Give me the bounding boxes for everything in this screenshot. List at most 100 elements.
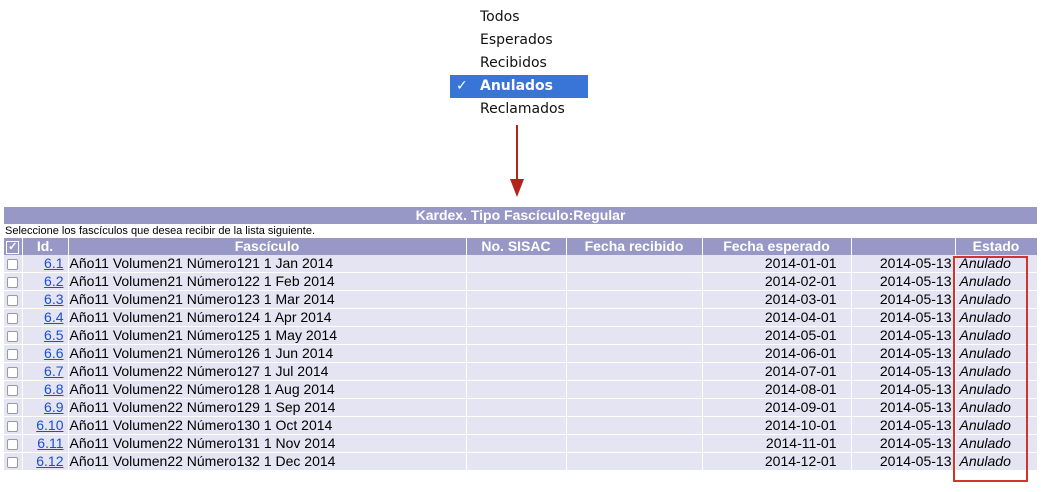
row-select-checkbox[interactable] xyxy=(4,398,23,417)
row-select-checkbox[interactable] xyxy=(4,290,23,309)
row-fecha-extra: 2014-05-13 xyxy=(851,362,956,381)
row-fecha-recibido xyxy=(566,434,703,453)
col-header-fecha-esperado: Fecha esperado xyxy=(702,238,852,255)
row-fecha-recibido xyxy=(566,255,703,273)
row-select-checkbox[interactable] xyxy=(4,362,23,381)
row-fecha-extra: 2014-05-13 xyxy=(851,434,956,453)
row-fecha-recibido xyxy=(566,290,703,309)
row-select-checkbox[interactable] xyxy=(4,452,23,471)
row-select-checkbox[interactable] xyxy=(4,416,23,435)
row-fecha-esperado: 2014-10-01 xyxy=(702,416,852,435)
row-select-checkbox[interactable] xyxy=(4,380,23,399)
estado-filter-menu: Todos Esperados Recibidos ✓ Anulados Rec… xyxy=(450,6,588,121)
row-sisac xyxy=(466,344,567,363)
row-fecha-extra: 2014-05-13 xyxy=(851,272,956,291)
row-id-link[interactable]: 6.9 xyxy=(44,399,63,415)
row-id-link[interactable]: 6.3 xyxy=(44,291,63,307)
row-fecha-extra: 2014-05-13 xyxy=(851,255,956,273)
col-header-estado: Estado xyxy=(955,238,1038,255)
row-fecha-extra: 2014-05-13 xyxy=(851,308,956,327)
row-sisac xyxy=(466,398,567,417)
menu-item-todos[interactable]: Todos xyxy=(450,6,588,29)
checkbox-icon xyxy=(7,438,19,450)
row-sisac xyxy=(466,380,567,399)
menu-item-esperados[interactable]: Esperados xyxy=(450,29,588,52)
row-fecha-recibido xyxy=(566,308,703,327)
row-fecha-recibido xyxy=(566,362,703,381)
row-id-link[interactable]: 6.10 xyxy=(36,417,63,433)
row-sisac xyxy=(466,308,567,327)
row-id-link[interactable]: 6.8 xyxy=(44,381,63,397)
row-fasciculo: Año11 Volumen22 Número128 1 Aug 2014 xyxy=(68,380,467,399)
menu-item-reclamados[interactable]: Reclamados xyxy=(450,98,588,121)
menu-item-label: Recibidos xyxy=(480,55,547,71)
menu-item-recibidos[interactable]: Recibidos xyxy=(450,52,588,75)
row-fasciculo: Año11 Volumen21 Número121 1 Jan 2014 xyxy=(68,255,467,273)
row-fecha-esperado: 2014-11-01 xyxy=(702,434,852,453)
row-id-link[interactable]: 6.2 xyxy=(44,273,63,289)
row-fasciculo: Año11 Volumen21 Número124 1 Apr 2014 xyxy=(68,308,467,327)
menu-item-anulados[interactable]: ✓ Anulados xyxy=(450,75,588,98)
row-fecha-recibido xyxy=(566,344,703,363)
row-select-checkbox[interactable] xyxy=(4,344,23,363)
checkbox-icon xyxy=(7,312,19,324)
row-fecha-extra: 2014-05-13 xyxy=(851,416,956,435)
check-icon: ✓ xyxy=(456,78,468,94)
row-estado: Anulado xyxy=(955,416,1038,435)
table-row: 6.6 Año11 Volumen21 Número126 1 Jun 2014 2… xyxy=(4,344,1038,363)
row-id-link[interactable]: 6.5 xyxy=(44,327,63,343)
row-id-cell: 6.2 xyxy=(22,272,69,291)
row-fasciculo: Año11 Volumen22 Número127 1 Jul 2014 xyxy=(68,362,467,381)
row-fasciculo: Año11 Volumen22 Número130 1 Oct 2014 xyxy=(68,416,467,435)
col-header-fecha-recibido: Fecha recibido xyxy=(566,238,703,255)
table-row: 6.1 Año11 Volumen21 Número121 1 Jan 2014 2… xyxy=(4,255,1038,273)
row-id-cell: 6.3 xyxy=(22,290,69,309)
row-fasciculo: Año11 Volumen21 Número125 1 May 2014 xyxy=(68,326,467,345)
table-row: 6.11 Año11 Volumen22 Número131 1 Nov 2014… xyxy=(4,434,1038,453)
row-estado: Anulado xyxy=(955,344,1038,363)
row-fecha-extra: 2014-05-13 xyxy=(851,398,956,417)
row-fasciculo: Año11 Volumen21 Número122 1 Feb 2014 xyxy=(68,272,467,291)
row-select-checkbox[interactable] xyxy=(4,308,23,327)
table-row: 6.3 Año11 Volumen21 Número123 1 Mar 2014 2… xyxy=(4,290,1038,309)
row-sisac xyxy=(466,416,567,435)
row-id-link[interactable]: 6.6 xyxy=(44,345,63,361)
col-header-fasciculo: Fascículo xyxy=(68,238,467,255)
row-select-checkbox[interactable] xyxy=(4,255,23,273)
row-select-checkbox[interactable] xyxy=(4,434,23,453)
row-id-cell: 6.1 xyxy=(22,255,69,273)
row-id-link[interactable]: 6.7 xyxy=(44,363,63,379)
row-select-checkbox[interactable] xyxy=(4,326,23,345)
row-id-link[interactable]: 6.12 xyxy=(36,453,63,469)
table-row: 6.2 Año11 Volumen21 Número122 1 Feb 2014 2… xyxy=(4,272,1038,291)
row-estado: Anulado xyxy=(955,380,1038,399)
row-fecha-recibido xyxy=(566,272,703,291)
checkbox-icon xyxy=(7,294,19,306)
row-id-link[interactable]: 6.11 xyxy=(37,435,63,451)
table-row: 6.4 Año11 Volumen21 Número124 1 Apr 2014 2… xyxy=(4,308,1038,327)
kardex-title: Kardex. Tipo Fascículo:Regular xyxy=(4,207,1037,224)
row-sisac xyxy=(466,362,567,381)
row-sisac xyxy=(466,272,567,291)
row-fecha-esperado: 2014-06-01 xyxy=(702,344,852,363)
checkbox-icon xyxy=(7,402,19,414)
row-id-cell: 6.7 xyxy=(22,362,69,381)
row-estado: Anulado xyxy=(955,326,1038,345)
row-fasciculo: Año11 Volumen21 Número126 1 Jun 2014 xyxy=(68,344,467,363)
row-fasciculo: Año11 Volumen22 Número131 1 Nov 2014 xyxy=(68,434,467,453)
row-select-checkbox[interactable] xyxy=(4,272,23,291)
row-id-cell: 6.9 xyxy=(22,398,69,417)
row-id-link[interactable]: 6.4 xyxy=(44,309,63,325)
row-id-link[interactable]: 6.1 xyxy=(44,255,63,271)
row-fecha-recibido xyxy=(566,380,703,399)
row-fecha-esperado: 2014-05-01 xyxy=(702,326,852,345)
row-id-cell: 6.11 xyxy=(22,434,69,453)
row-estado: Anulado xyxy=(955,290,1038,309)
row-id-cell: 6.5 xyxy=(22,326,69,345)
row-estado: Anulado xyxy=(955,308,1038,327)
menu-item-label: Anulados xyxy=(480,78,553,94)
select-all-checkbox[interactable]: ✓ xyxy=(4,238,23,255)
row-fecha-esperado: 2014-02-01 xyxy=(702,272,852,291)
row-fecha-esperado: 2014-03-01 xyxy=(702,290,852,309)
row-sisac xyxy=(466,452,567,471)
